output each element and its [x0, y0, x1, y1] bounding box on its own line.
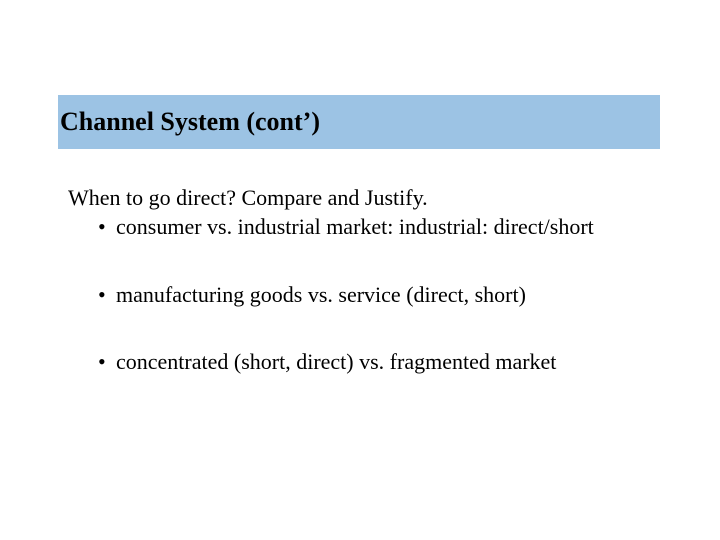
- list-item: manufacturing goods vs. service (direct,…: [98, 281, 658, 309]
- slide-title: Channel System (cont’): [60, 107, 320, 137]
- bullet-list: consumer vs. industrial market: industri…: [68, 213, 658, 376]
- slide-body: When to go direct? Compare and Justify. …: [68, 185, 658, 416]
- list-item: concentrated (short, direct) vs. fragmen…: [98, 348, 658, 376]
- lead-text: When to go direct? Compare and Justify.: [68, 185, 658, 211]
- title-band: Channel System (cont’): [58, 95, 660, 149]
- slide: Channel System (cont’) When to go direct…: [0, 0, 720, 540]
- list-item: consumer vs. industrial market: industri…: [98, 213, 658, 241]
